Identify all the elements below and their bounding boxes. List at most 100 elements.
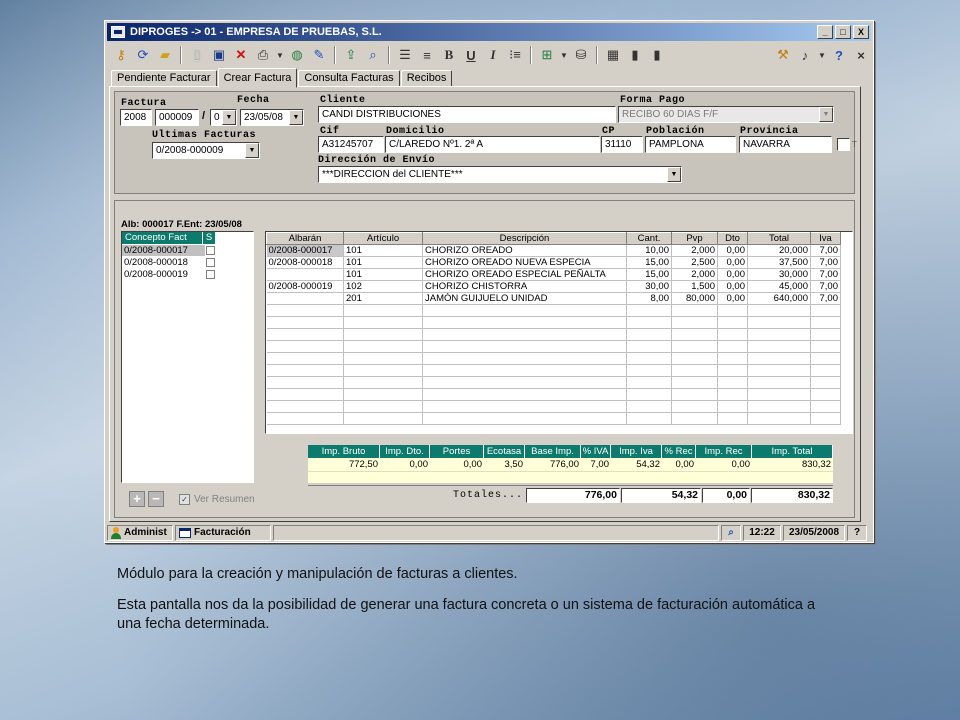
speaker-icon[interactable]: ♪ xyxy=(795,45,815,65)
tab-pendiente-facturar[interactable]: Pendiente Facturar xyxy=(111,70,217,87)
empty-cell[interactable] xyxy=(671,400,718,413)
cell-articulo[interactable]: 101 xyxy=(343,256,423,269)
direccion-envio-combo[interactable]: ***DIRECCION del CLIENTE*** ▼ xyxy=(318,166,682,183)
list-item-checkbox[interactable] xyxy=(206,245,215,255)
empty-cell[interactable] xyxy=(422,412,627,425)
cell-albaran[interactable] xyxy=(266,292,344,305)
empty-cell[interactable] xyxy=(717,388,748,401)
empty-cell[interactable] xyxy=(671,376,718,389)
paste-icon[interactable]: ▮ xyxy=(647,45,667,65)
chevron-down-icon[interactable]: ▼ xyxy=(245,143,259,158)
table-row[interactable] xyxy=(266,304,841,317)
cell-descripcion[interactable]: JAMÓN GUIJUELO UNIDAD xyxy=(422,292,627,305)
cell-descripcion[interactable]: CHORIZO OREADO xyxy=(422,244,627,257)
table-row[interactable] xyxy=(266,412,841,425)
empty-cell[interactable] xyxy=(626,340,672,353)
cell-dto[interactable]: 0,00 xyxy=(717,244,748,257)
status-module[interactable]: Facturación xyxy=(175,525,271,541)
empty-cell[interactable] xyxy=(671,304,718,317)
key-icon[interactable]: ⚷ xyxy=(111,45,131,65)
speaker-dropdown-icon[interactable]: ▼ xyxy=(817,45,827,65)
table-row[interactable] xyxy=(266,328,841,341)
empty-cell[interactable] xyxy=(266,388,344,401)
poblacion-field[interactable]: PAMPLONA xyxy=(645,136,736,153)
delete-icon[interactable]: ✕ xyxy=(231,45,251,65)
insert-icon[interactable]: ⊞ xyxy=(537,45,557,65)
empty-cell[interactable] xyxy=(810,364,841,377)
empty-cell[interactable] xyxy=(747,352,811,365)
table-row[interactable] xyxy=(266,388,841,401)
empty-cell[interactable] xyxy=(422,304,627,317)
bold-icon[interactable]: B xyxy=(439,45,459,65)
empty-cell[interactable] xyxy=(266,352,344,365)
s-header[interactable]: S xyxy=(202,232,215,244)
print-dropdown-icon[interactable]: ▼ xyxy=(275,45,285,65)
cell-albaran[interactable]: 0/2008-000019 xyxy=(266,280,344,293)
empty-cell[interactable] xyxy=(343,364,423,377)
cell-dto[interactable]: 0,00 xyxy=(717,256,748,269)
empty-cell[interactable] xyxy=(747,412,811,425)
table-row[interactable]: 0/2008-000019 102 CHORIZO CHISTORRA 30,0… xyxy=(266,280,841,293)
cell-total[interactable]: 20,000 xyxy=(747,244,811,257)
cif-field[interactable]: A31245707 xyxy=(318,136,384,153)
provincia-checkbox[interactable] xyxy=(837,138,850,151)
refresh-icon[interactable]: ⟳ xyxy=(133,45,153,65)
factura-year-field[interactable]: 2008 xyxy=(120,109,152,126)
empty-cell[interactable] xyxy=(266,364,344,377)
empty-cell[interactable] xyxy=(810,328,841,341)
chevron-down-icon[interactable]: ▼ xyxy=(667,167,681,182)
empty-cell[interactable] xyxy=(747,376,811,389)
cell-iva[interactable]: 7,00 xyxy=(810,280,841,293)
cell-total[interactable]: 37,500 xyxy=(747,256,811,269)
empty-cell[interactable] xyxy=(343,376,423,389)
align-center-icon[interactable]: ≡ xyxy=(417,45,437,65)
cell-articulo[interactable]: 101 xyxy=(343,244,423,257)
edit-icon[interactable]: ✎ xyxy=(309,45,329,65)
cell-iva[interactable]: 7,00 xyxy=(810,292,841,305)
cell-articulo[interactable]: 102 xyxy=(343,280,423,293)
empty-cell[interactable] xyxy=(671,364,718,377)
empty-cell[interactable] xyxy=(717,376,748,389)
empty-cell[interactable] xyxy=(810,388,841,401)
chevron-down-icon[interactable]: ▼ xyxy=(819,107,833,122)
fecha-combo[interactable]: 23/05/08 ▼ xyxy=(240,109,304,126)
cell-cant[interactable]: 15,00 xyxy=(626,256,672,269)
empty-cell[interactable] xyxy=(717,304,748,317)
cell-iva[interactable]: 7,00 xyxy=(810,256,841,269)
col-albaran[interactable]: Albarán xyxy=(266,232,344,245)
empty-cell[interactable] xyxy=(266,340,344,353)
table-row[interactable] xyxy=(266,364,841,377)
cell-pvp[interactable]: 2,500 xyxy=(671,256,718,269)
table-row[interactable]: 0/2008-000017 101 CHORIZO OREADO 10,00 2… xyxy=(266,244,841,257)
cell-descripcion[interactable]: CHORIZO OREADO ESPECIAL PEÑALTA xyxy=(422,268,627,281)
forma-pago-combo[interactable]: RECIBO 60 DIAS F/F ▼ xyxy=(618,106,834,123)
empty-cell[interactable] xyxy=(747,328,811,341)
save-icon[interactable]: ▣ xyxy=(209,45,229,65)
empty-cell[interactable] xyxy=(343,328,423,341)
chevron-down-icon[interactable]: ▼ xyxy=(222,110,236,125)
cell-pvp[interactable]: 80,000 xyxy=(671,292,718,305)
table-row[interactable]: 0/2008-000018 101 CHORIZO OREADO NUEVA E… xyxy=(266,256,841,269)
italic-icon[interactable]: I xyxy=(483,45,503,65)
empty-cell[interactable] xyxy=(747,304,811,317)
help-icon[interactable]: ? xyxy=(829,45,849,65)
empty-cell[interactable] xyxy=(343,352,423,365)
empty-cell[interactable] xyxy=(422,400,627,413)
empty-cell[interactable] xyxy=(343,400,423,413)
align-left-icon[interactable]: ☰ xyxy=(395,45,415,65)
cell-dto[interactable]: 0,00 xyxy=(717,268,748,281)
cp-field[interactable]: 31110 xyxy=(601,136,643,153)
cell-total[interactable]: 45,000 xyxy=(747,280,811,293)
cell-pvp[interactable]: 1,500 xyxy=(671,280,718,293)
empty-cell[interactable] xyxy=(717,328,748,341)
empty-cell[interactable] xyxy=(810,340,841,353)
empty-cell[interactable] xyxy=(671,352,718,365)
empty-cell[interactable] xyxy=(343,316,423,329)
provincia-field[interactable]: NAVARRA xyxy=(739,136,832,153)
empty-cell[interactable] xyxy=(747,400,811,413)
underline-icon[interactable]: U xyxy=(461,45,481,65)
empty-cell[interactable] xyxy=(626,304,672,317)
list-item[interactable]: 0/2008-000019 xyxy=(122,268,253,280)
cell-articulo[interactable]: 101 xyxy=(343,268,423,281)
empty-cell[interactable] xyxy=(626,316,672,329)
